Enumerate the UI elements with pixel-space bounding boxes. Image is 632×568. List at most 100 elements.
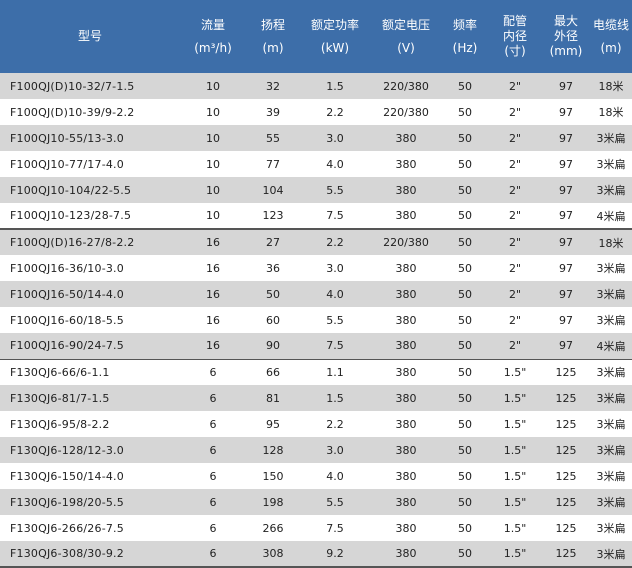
cell-flow: 6	[209, 391, 217, 405]
header-cable: 电缆线 (m)	[590, 0, 632, 73]
cell-power: 4.0	[326, 469, 344, 483]
table-row: F100QJ(D)10-39/9-2.2 10 39 2.2 220/380 50 2" 97…	[0, 99, 632, 125]
cell-flow: 10	[206, 183, 220, 197]
cell-cable: 3米扁	[596, 132, 626, 145]
cell-max-diameter: 97	[559, 157, 573, 171]
table-row: F130QJ6-95/8-2.2 6 95 2.2 380 50 1.5" 125 3米扁	[0, 411, 632, 437]
header-flow-line: 流量	[200, 17, 225, 32]
cell-power: 9.2	[300, 541, 370, 568]
cell-frequency: 50	[458, 365, 472, 379]
cell-power: 7.5	[300, 333, 370, 360]
header-head: 扬程 (m)	[246, 0, 300, 73]
header-head-line: 扬程	[260, 17, 285, 32]
cell-head: 150	[262, 469, 284, 483]
cell-head: 198	[262, 495, 284, 509]
cell-voltage: 380	[370, 541, 442, 568]
cell-pipe-diameter: 1.5"	[503, 469, 527, 483]
cell-cable: 3米扁	[596, 444, 626, 457]
cell-cable: 3米扁	[596, 288, 626, 301]
cell-frequency: 50	[458, 521, 472, 535]
table-body: F100QJ(D)10-32/7-1.5 10 32 1.5 220/380 50 2" 97…	[0, 73, 632, 568]
cell-frequency: 50	[458, 495, 472, 509]
header-cable-line: 电缆线	[592, 17, 629, 32]
table-header: 型号 流量 (m³/h) 扬程 (m) 额定功率 (kW) 额定电压 (V) 频率 (Hz) 配管 内径…	[0, 0, 632, 73]
cell-cable: 3米扁	[596, 470, 626, 483]
cell-voltage: 380	[395, 469, 417, 483]
table-row: F130QJ6-81/7-1.5 6 81 1.5 380 50 1.5" 125 3米扁	[0, 385, 632, 411]
cell-model: F100QJ16-60/18-5.5	[10, 313, 124, 327]
cell-voltage: 380	[395, 365, 417, 379]
cell-max-diameter: 97	[559, 287, 573, 301]
cell-voltage: 380	[395, 391, 417, 405]
cell-power: 3.0	[326, 443, 344, 457]
cell-power: 7.5	[326, 521, 344, 535]
cell-cable: 3米扁	[596, 366, 626, 380]
header-max-diameter-line: 外径	[553, 29, 578, 43]
cell-pipe-diameter: 2"	[508, 79, 522, 93]
table-row: F130QJ6-66/6-1.1 6 66 1.1 380 50 1.5" 125 3米扁	[0, 359, 632, 385]
cell-voltage: 220/380	[383, 79, 429, 93]
cell-cable: 3米扁	[596, 158, 626, 171]
cell-model: F100QJ16-50/14-4.0	[10, 287, 124, 301]
cell-power: 1.1	[326, 365, 344, 379]
cell-max-diameter: 125	[555, 417, 577, 431]
table-row: F130QJ6-266/26-7.5 6 266 7.5 380 50 1.5" 125 3米扁	[0, 515, 632, 541]
header-max-diameter: 最大 外径 (mm)	[542, 0, 590, 73]
cell-frequency: 50	[458, 417, 472, 431]
cell-model: F100QJ10-123/28-7.5	[0, 203, 180, 230]
cell-cable: 3米扁	[596, 522, 626, 535]
cell-flow: 16	[206, 261, 220, 275]
table-row: F100QJ10-123/28-7.5 10 123 7.5 380 50 2" 97 4米扁	[0, 203, 632, 230]
cell-max-diameter: 97	[559, 105, 573, 119]
cell-pipe-diameter: 1.5"	[503, 521, 527, 535]
cell-flow: 10	[206, 79, 220, 93]
spec-table-container: 型号 流量 (m³/h) 扬程 (m) 额定功率 (kW) 额定电压 (V) 频率 (Hz) 配管 内径…	[0, 0, 632, 568]
cell-model: F130QJ6-95/8-2.2	[10, 417, 110, 431]
header-model: 型号	[0, 0, 180, 73]
cell-max-diameter: 97	[559, 261, 573, 275]
cell-voltage: 380	[395, 521, 417, 535]
cell-flow: 6	[180, 541, 246, 568]
cell-cable: 3米扁	[596, 496, 626, 509]
cell-head: 128	[262, 443, 284, 457]
header-row: 型号 流量 (m³/h) 扬程 (m) 额定功率 (kW) 额定电压 (V) 频率 (Hz) 配管 内径…	[0, 0, 632, 73]
cell-head: 32	[266, 79, 280, 93]
cell-voltage: 380	[395, 313, 417, 327]
cell-head: 90	[246, 333, 300, 360]
header-pipe-diameter-line: (寸)	[504, 44, 526, 58]
header-voltage-line: 额定电压	[381, 17, 430, 32]
cell-head: 39	[266, 105, 280, 119]
cell-pipe-diameter: 2"	[508, 313, 522, 327]
cell-flow: 6	[209, 417, 217, 431]
cell-voltage: 380	[395, 417, 417, 431]
cell-voltage: 380	[395, 157, 417, 171]
cell-voltage: 380	[395, 183, 417, 197]
cell-pipe-diameter: 2"	[508, 183, 522, 197]
cell-model: F130QJ6-198/20-5.5	[10, 495, 124, 509]
cell-pipe-diameter: 1.5"	[488, 541, 542, 568]
header-cable-unit: (m)	[600, 40, 622, 55]
cell-power: 7.5	[300, 203, 370, 230]
cell-frequency: 50	[458, 131, 472, 145]
cell-cable: 18米	[598, 80, 624, 93]
cell-pipe-diameter: 2"	[508, 236, 522, 249]
cell-power: 2.2	[326, 105, 344, 119]
header-max-diameter-line: (mm)	[549, 44, 583, 58]
table-row: F100QJ16-36/10-3.0 16 36 3.0 380 50 2" 97 3米扁	[0, 255, 632, 281]
table-row: F100QJ10-77/17-4.0 10 77 4.0 380 50 2" 97 3米扁	[0, 151, 632, 177]
table-row: F130QJ6-150/14-4.0 6 150 4.0 380 50 1.5" 125 3米扁	[0, 463, 632, 489]
cell-voltage: 380	[370, 333, 442, 360]
cell-head: 36	[266, 261, 280, 275]
header-flow: 流量 (m³/h)	[180, 0, 246, 73]
table-row: F100QJ16-60/18-5.5 16 60 5.5 380 50 2" 97 3米扁	[0, 307, 632, 333]
cell-frequency: 50	[442, 203, 488, 230]
cell-flow: 16	[206, 236, 220, 249]
header-voltage-unit: (V)	[397, 40, 415, 55]
cell-max-diameter: 97	[559, 183, 573, 197]
cell-head: 50	[266, 287, 280, 301]
cell-max-diameter: 125	[555, 521, 577, 535]
cell-frequency: 50	[458, 236, 472, 249]
cell-head: 95	[266, 417, 280, 431]
cell-pipe-diameter: 2"	[508, 157, 522, 171]
pump-spec-table: 型号 流量 (m³/h) 扬程 (m) 额定功率 (kW) 额定电压 (V) 频率 (Hz) 配管 内径…	[0, 0, 632, 568]
